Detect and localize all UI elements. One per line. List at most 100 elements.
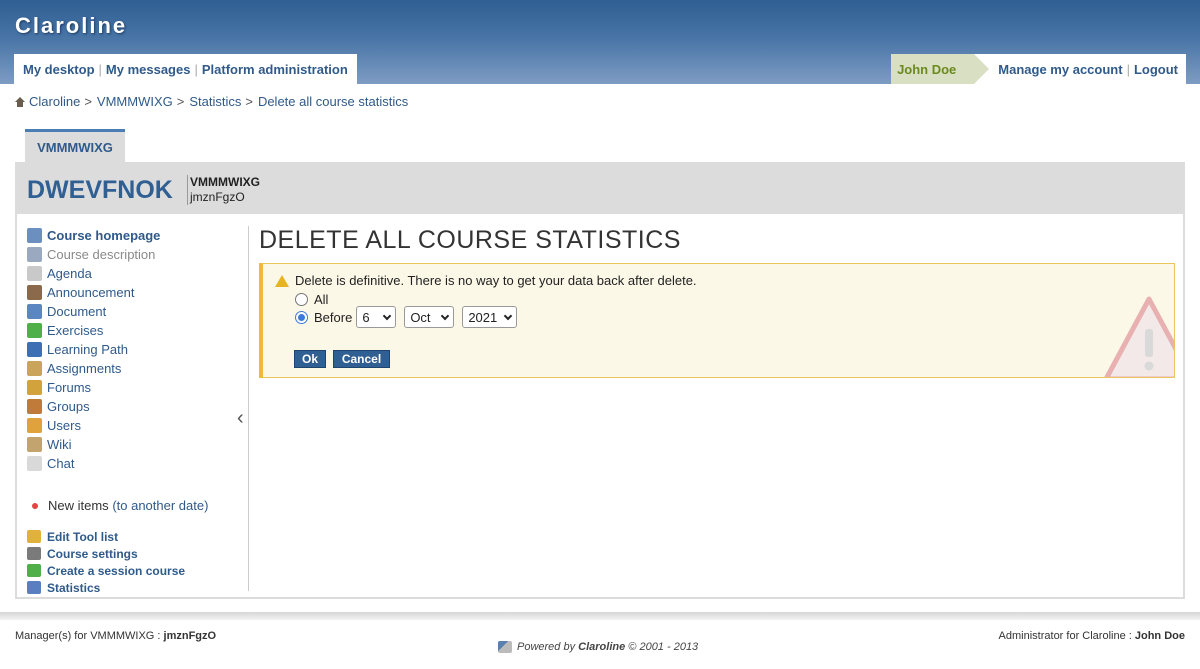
warning-text: Delete is definitive. There is no way to… bbox=[295, 273, 697, 288]
forum-icon bbox=[27, 380, 42, 395]
pencil-icon bbox=[27, 530, 41, 543]
sidebar-tool-label[interactable]: Agenda bbox=[47, 266, 92, 281]
ok-button[interactable]: Ok bbox=[294, 350, 326, 368]
chevron-down-icon bbox=[383, 311, 392, 320]
checkmark-icon bbox=[27, 323, 42, 338]
home-page-icon bbox=[27, 228, 42, 243]
sidebar-tool-label[interactable]: Announcement bbox=[47, 285, 134, 300]
admin-tool[interactable]: Create a session course bbox=[27, 562, 185, 579]
chat-icon bbox=[27, 456, 42, 471]
radio-all[interactable] bbox=[295, 293, 308, 306]
sidebar-tool-label[interactable]: Chat bbox=[47, 456, 74, 471]
breadcrumb-item[interactable]: Statistics bbox=[189, 94, 241, 109]
admin-tool-label[interactable]: Edit Tool list bbox=[47, 530, 118, 544]
option-before-label: Before bbox=[314, 309, 353, 325]
cancel-button[interactable]: Cancel bbox=[333, 350, 390, 368]
admin-tool[interactable]: Statistics bbox=[27, 579, 185, 596]
footer-managers-label: Manager(s) for VMMMWIXG : bbox=[15, 630, 164, 642]
admin-tool-label[interactable]: Course settings bbox=[47, 547, 138, 561]
bar-chart-icon bbox=[27, 581, 41, 594]
collapse-sidebar-icon[interactable]: ‹ bbox=[237, 407, 244, 430]
sidebar-tool[interactable]: Document bbox=[27, 302, 248, 321]
new-items: New items (to another date) bbox=[27, 498, 208, 513]
claroline-logo-icon bbox=[498, 641, 512, 653]
day-value: 6 bbox=[362, 309, 370, 325]
sidebar-tool-label[interactable]: Document bbox=[47, 304, 106, 319]
another-date-link[interactable]: (to another date) bbox=[112, 498, 208, 513]
course-header: DWEVFNOK VMMMWIXG jmznFgzO bbox=[17, 164, 1183, 214]
sidebar-tool-label[interactable]: Wiki bbox=[47, 437, 72, 452]
chevron-down-icon bbox=[441, 311, 450, 320]
footer-admin-value[interactable]: John Doe bbox=[1135, 630, 1185, 642]
course-info: VMMMWIXG jmznFgzO bbox=[187, 175, 260, 205]
admin-tool[interactable]: Edit Tool list bbox=[27, 528, 185, 545]
sidebar-tool[interactable]: Announcement bbox=[27, 283, 248, 302]
admin-tool-label[interactable]: Statistics bbox=[47, 581, 100, 595]
breadcrumb-item[interactable]: VMMMWIXG bbox=[97, 94, 173, 109]
month-select[interactable]: Oct bbox=[404, 306, 455, 328]
nav-my-messages[interactable]: My messages bbox=[102, 62, 195, 77]
course-title: VMMMWIXG bbox=[190, 175, 260, 189]
nav-my-desktop[interactable]: My desktop bbox=[19, 62, 99, 77]
page-title: DELETE ALL COURSE STATISTICS bbox=[259, 226, 681, 254]
breadcrumb-item[interactable]: Claroline bbox=[29, 94, 80, 109]
footer-managers-value: jmznFgzO bbox=[163, 630, 217, 642]
footer-divider bbox=[0, 612, 1200, 620]
course-tab[interactable]: VMMMWIXG bbox=[25, 129, 125, 163]
powered-by-years: © 2001 - 2013 bbox=[628, 641, 699, 653]
powered-by-link[interactable]: Claroline bbox=[578, 641, 625, 653]
sidebar-tool-label[interactable]: Course description bbox=[47, 247, 155, 262]
day-select[interactable]: 6 bbox=[356, 306, 397, 328]
top-banner: Claroline My desktop | My messages | Platf… bbox=[0, 0, 1200, 84]
sidebar-tool[interactable]: Learning Path bbox=[27, 340, 248, 359]
manage-account-link[interactable]: Manage my account bbox=[994, 62, 1126, 77]
year-select[interactable]: 2021 bbox=[462, 306, 518, 328]
powered-by-label: Powered by bbox=[517, 641, 576, 653]
sidebar-tool-label[interactable]: Assignments bbox=[47, 361, 121, 376]
option-before[interactable]: Before 6 Oct 2021 bbox=[295, 306, 525, 328]
groups-icon bbox=[27, 399, 42, 414]
course-manager: jmznFgzO bbox=[190, 190, 245, 204]
option-all-label: All bbox=[314, 292, 329, 307]
sidebar-tool[interactable]: Course description bbox=[27, 245, 248, 264]
warning-icon bbox=[275, 274, 289, 287]
user-nav: John Doe Manage my account | Logout bbox=[891, 54, 1186, 84]
sidebar-tool[interactable]: Course homepage bbox=[27, 226, 248, 245]
radio-before[interactable] bbox=[295, 310, 308, 324]
sidebar-tool[interactable]: Groups bbox=[27, 397, 248, 416]
option-all[interactable]: All bbox=[295, 292, 328, 307]
sidebar-tool[interactable]: Chat bbox=[27, 454, 248, 473]
main-nav: My desktop | My messages | Platform admini… bbox=[14, 54, 357, 84]
sidebar-tool-label[interactable]: Learning Path bbox=[47, 342, 128, 357]
sidebar-tool[interactable]: Agenda bbox=[27, 264, 248, 283]
tool-list: Course homepage Course description Agenda A… bbox=[27, 226, 248, 473]
sidebar-tool-label[interactable]: Course homepage bbox=[47, 228, 160, 243]
powered-by: Powered by Claroline © 2001 - 2013 bbox=[498, 641, 698, 653]
sidebar-tool[interactable]: Exercises bbox=[27, 321, 248, 340]
assignment-icon bbox=[27, 361, 42, 376]
admin-tool-label[interactable]: Create a session course bbox=[47, 564, 185, 578]
delete-form: Delete is definitive. There is no way to… bbox=[259, 263, 1175, 378]
warning-message: Delete is definitive. There is no way to… bbox=[275, 273, 697, 288]
sidebar-tool-label[interactable]: Exercises bbox=[47, 323, 103, 338]
footer-managers: Manager(s) for VMMMWIXG : jmznFgzO bbox=[15, 630, 216, 642]
sidebar-tool[interactable]: Assignments bbox=[27, 359, 248, 378]
brand-logo[interactable]: Claroline bbox=[15, 13, 127, 39]
admin-tool[interactable]: Course settings bbox=[27, 545, 185, 562]
nav-platform-administration[interactable]: Platform administration bbox=[198, 62, 352, 77]
sidebar-tool[interactable]: Wiki bbox=[27, 435, 248, 454]
user-links: Manage my account | Logout bbox=[974, 54, 1186, 84]
course-frame: DWEVFNOK VMMMWIXG jmznFgzO Course homepa… bbox=[15, 162, 1185, 599]
footer-admin: Administrator for Claroline : John Doe bbox=[999, 630, 1185, 642]
folder-icon bbox=[27, 304, 42, 319]
logout-link[interactable]: Logout bbox=[1130, 62, 1182, 77]
sidebar-tool-label[interactable]: Forums bbox=[47, 380, 91, 395]
sidebar-tool-label[interactable]: Groups bbox=[47, 399, 90, 414]
breadcrumb-current[interactable]: Delete all course statistics bbox=[258, 94, 408, 109]
course-code[interactable]: DWEVFNOK bbox=[27, 176, 173, 205]
users-icon bbox=[27, 418, 42, 433]
sidebar-tool[interactable]: Forums bbox=[27, 378, 248, 397]
sidebar-tool[interactable]: Users bbox=[27, 416, 248, 435]
new-items-label: New items bbox=[48, 498, 109, 513]
sidebar-tool-label[interactable]: Users bbox=[47, 418, 81, 433]
